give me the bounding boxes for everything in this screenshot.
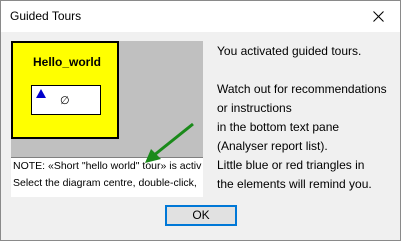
report-line: Select the diagram centre, double-click, bbox=[13, 177, 197, 189]
message-line: Little blue or red triangles in bbox=[217, 158, 365, 172]
blue-triangle-icon bbox=[36, 89, 46, 98]
window-title: Guided Tours bbox=[10, 9, 82, 23]
message-line: or instructions bbox=[217, 101, 292, 115]
message-line: (Analyser report list). bbox=[217, 139, 328, 153]
message-line: in the bottom text pane bbox=[217, 120, 340, 134]
message-line: Watch out for recommendations bbox=[217, 82, 387, 96]
message-line: You activated guided tours. bbox=[217, 44, 362, 58]
element-title: Hello_world bbox=[33, 55, 102, 69]
diagram-element: Hello_world ∅ bbox=[11, 41, 119, 139]
tour-preview-image: Hello_world ∅ NOTE: «Short "hello world"… bbox=[11, 41, 203, 197]
guided-tours-dialog: Guided Tours Hello_world ∅ NOTE: «Short … bbox=[0, 0, 401, 241]
close-icon bbox=[373, 11, 384, 22]
ok-button[interactable]: OK bbox=[165, 205, 237, 226]
guided-tour-message: You activated guided tours. Watch out fo… bbox=[217, 42, 397, 194]
close-button[interactable] bbox=[356, 1, 400, 32]
element-inner-box: ∅ bbox=[31, 85, 101, 115]
green-arrow-icon bbox=[145, 122, 194, 163]
title-bar: Guided Tours bbox=[1, 1, 400, 32]
empty-set-symbol: ∅ bbox=[60, 95, 70, 107]
message-line: the elements will remind you. bbox=[217, 177, 372, 191]
